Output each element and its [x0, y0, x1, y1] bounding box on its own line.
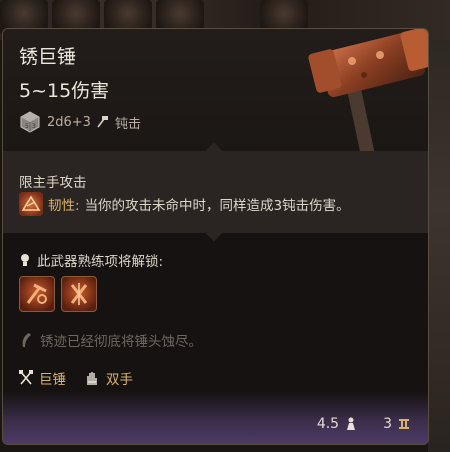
tag-two-handed: 双手 — [84, 368, 133, 388]
weight-icon — [347, 417, 356, 430]
tag-war-hammer: 巨锤 — [19, 368, 66, 388]
feather-quill-icon — [22, 333, 31, 347]
perk-row: 韧性: 当你的攻击未命中时，同样造成3钝击伤害。 — [19, 192, 350, 216]
tooltip-header: 锈巨锤 5~15伤害 5 3 2d6+3 钝击 — [3, 29, 428, 163]
item-damage: 5~15伤害 — [19, 80, 110, 102]
item-name: 锈巨锤 — [19, 46, 77, 68]
toughness-perk-icon — [19, 192, 43, 216]
weapon-tags: 巨锤 双手 — [19, 368, 145, 388]
weight-value: 4.5 — [316, 416, 340, 432]
item-stats: 4.5 3 — [317, 416, 410, 432]
proficiency-actions — [19, 276, 97, 312]
smash-action-icon[interactable] — [19, 276, 55, 312]
damage-type: 钝击 — [114, 116, 141, 132]
dice-icon: 5 3 — [20, 111, 40, 133]
cleave-action-icon[interactable] — [61, 276, 97, 312]
proficiency-label: 此武器熟练项将解锁: — [37, 254, 164, 270]
svg-text:3: 3 — [32, 123, 36, 130]
perk-name: 韧性: — [48, 198, 80, 214]
game-background-side — [428, 40, 450, 452]
dice-value: 2d6+3 — [47, 114, 91, 130]
bludgeon-icon — [97, 116, 108, 128]
flavor-text: 锈迹已经彻底将锤头蚀尽。 — [40, 334, 202, 350]
tooltip-footer: 4.5 3 — [3, 392, 428, 444]
svg-text:5: 5 — [25, 123, 29, 130]
gold-coin-icon — [399, 419, 409, 429]
damage-dice-row: 5 3 2d6+3 钝击 — [19, 111, 141, 133]
tag-label: 双手 — [106, 372, 133, 388]
gold-value: 3 — [383, 416, 392, 432]
crossed-hammers-icon — [19, 370, 33, 385]
lightbulb-icon — [21, 254, 29, 266]
perk-description: 当你的攻击未命中时，同样造成3钝击伤害。 — [84, 198, 350, 214]
restriction-section: 限主手攻击 韧性: 当你的攻击未命中时，同样造成3钝击伤害。 — [3, 151, 428, 233]
proficiency-unlock-row: 此武器熟练项将解锁: — [19, 250, 163, 270]
flavor-text-row: 锈迹已经彻底将锤头蚀尽。 — [19, 330, 202, 350]
restriction-label: 限主手攻击 — [19, 175, 87, 191]
tag-label: 巨锤 — [39, 372, 66, 388]
rusty-warhammer-icon — [308, 29, 428, 163]
two-hands-icon — [87, 372, 97, 385]
item-tooltip: 锈巨锤 5~15伤害 5 3 2d6+3 钝击 限主手攻击 韧性: 当你的攻击未… — [2, 28, 429, 445]
